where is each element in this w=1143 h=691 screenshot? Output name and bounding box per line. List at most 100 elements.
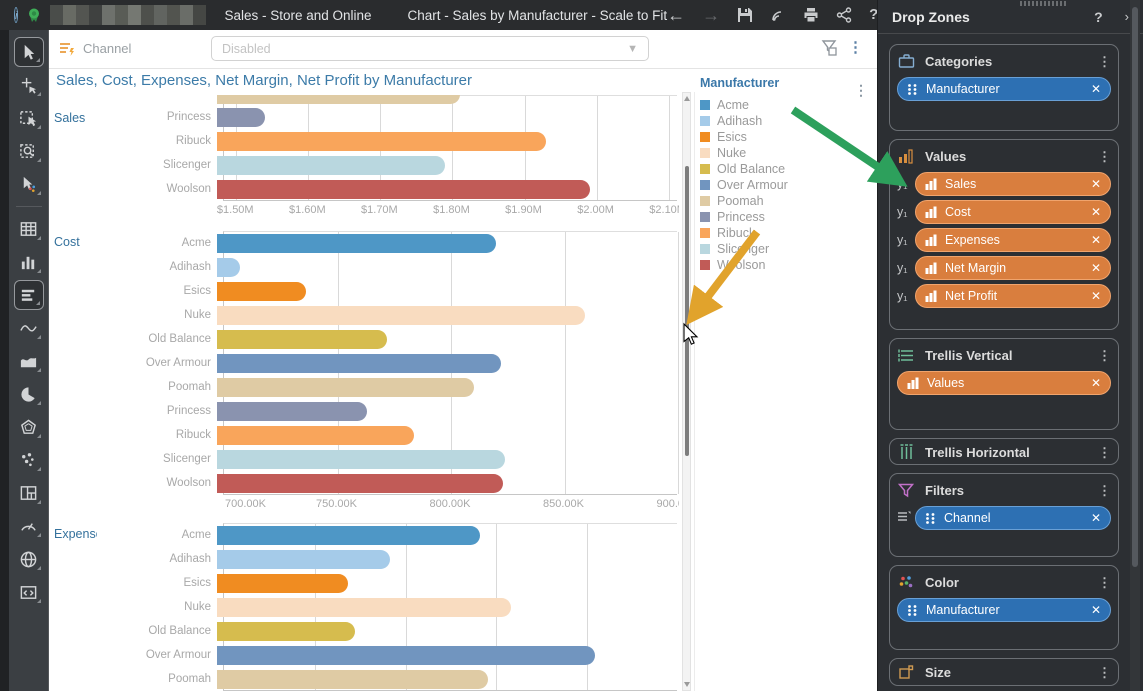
data-bar-esics[interactable] — [217, 574, 348, 593]
share-icon[interactable] — [836, 7, 852, 23]
forward-icon[interactable]: → — [702, 6, 720, 25]
scatter-chart-icon[interactable] — [14, 445, 44, 475]
data-bar-woolson[interactable] — [217, 474, 503, 493]
filter-dropdown-value: Disabled — [222, 42, 271, 56]
lasso-select-icon[interactable] — [14, 169, 44, 199]
save-icon[interactable] — [737, 7, 753, 23]
drop-zone-kebab-menu[interactable]: ⋮ — [1098, 150, 1111, 163]
field-pill-net-margin[interactable]: Net Margin✕ — [915, 256, 1111, 280]
custom-chart-icon[interactable] — [14, 577, 44, 607]
legend-item[interactable]: Poomah — [700, 193, 870, 209]
field-pill-channel[interactable]: Channel✕ — [915, 506, 1111, 530]
remove-field-icon[interactable]: ✕ — [1085, 177, 1101, 191]
scroll-down-icon[interactable] — [684, 682, 690, 687]
data-bar-over-armour[interactable] — [217, 646, 595, 665]
panel-scrollbar[interactable] — [1130, 0, 1140, 691]
select-cursor-icon[interactable] — [14, 37, 44, 67]
zoom-select-icon[interactable] — [14, 136, 44, 166]
chart-scrollbar[interactable] — [682, 92, 691, 691]
area-chart-icon[interactable] — [14, 346, 44, 376]
remove-field-icon[interactable]: ✕ — [1085, 376, 1101, 390]
legend-item[interactable]: Nuke — [700, 145, 870, 161]
panel-grip-handle[interactable] — [1020, 1, 1068, 6]
data-bar-nuke[interactable] — [217, 306, 585, 325]
drop-zone-kebab-menu[interactable]: ⋮ — [1098, 349, 1111, 362]
remove-field-icon[interactable]: ✕ — [1085, 289, 1101, 303]
field-pill-cost[interactable]: Cost✕ — [915, 200, 1111, 224]
legend-item[interactable]: Esics — [700, 129, 870, 145]
treemap-chart-icon[interactable] — [14, 478, 44, 508]
field-pill-values[interactable]: Values✕ — [897, 371, 1111, 395]
broadcast-icon[interactable] — [770, 7, 786, 23]
drop-zone-header: Filters⋮ — [897, 478, 1111, 502]
data-bar-ribuck[interactable] — [217, 132, 546, 151]
data-bar-adihash[interactable] — [217, 258, 240, 277]
data-bar-princess[interactable] — [217, 402, 367, 421]
data-bar-slicenger[interactable] — [217, 156, 445, 175]
data-bar-adihash[interactable] — [217, 550, 390, 569]
remove-field-icon[interactable]: ✕ — [1085, 205, 1101, 219]
legend-item[interactable]: Over Armour — [700, 177, 870, 193]
legend-kebab-menu[interactable]: ⋮ — [854, 82, 868, 99]
data-bar-old-balance[interactable] — [217, 330, 387, 349]
data-bar-old-balance[interactable] — [217, 622, 355, 641]
filter-kebab-menu[interactable]: ⋮ — [848, 38, 863, 56]
data-bar-esics[interactable] — [217, 282, 306, 301]
filter-settings-icon[interactable] — [821, 39, 841, 63]
field-pill-net-profit[interactable]: Net Profit✕ — [915, 284, 1111, 308]
filter-dropdown[interactable]: Disabled ▼ — [211, 36, 649, 61]
marquee-select-icon[interactable] — [14, 103, 44, 133]
field-pill-expenses[interactable]: Expenses✕ — [915, 228, 1111, 252]
legend-item[interactable]: Adihash — [700, 113, 870, 129]
remove-field-icon[interactable]: ✕ — [1085, 603, 1101, 617]
drop-zone-kebab-menu[interactable]: ⋮ — [1098, 446, 1111, 459]
move-crosshair-icon[interactable] — [14, 70, 44, 100]
table-chart-icon[interactable] — [14, 214, 44, 244]
drop-zone-kebab-menu[interactable]: ⋮ — [1098, 666, 1111, 679]
remove-field-icon[interactable]: ✕ — [1085, 233, 1101, 247]
remove-field-icon[interactable]: ✕ — [1085, 82, 1101, 96]
help-icon[interactable]: ? — [1094, 9, 1103, 25]
data-bar-ribuck[interactable] — [217, 426, 414, 445]
data-bar-slicenger[interactable] — [217, 450, 505, 469]
drop-zone-kebab-menu[interactable]: ⋮ — [1098, 55, 1111, 68]
data-bar-princess[interactable] — [217, 108, 265, 127]
remove-field-icon[interactable]: ✕ — [1085, 261, 1101, 275]
field-pill-manufacturer[interactable]: Manufacturer✕ — [897, 598, 1111, 622]
back-icon[interactable]: ← — [667, 6, 685, 25]
scroll-up-icon[interactable] — [684, 96, 690, 101]
data-bar-woolson[interactable] — [217, 180, 590, 199]
info-icon[interactable]: i — [14, 7, 18, 23]
gauge-chart-icon[interactable] — [14, 511, 44, 541]
collapse-panel-icon[interactable]: › — [1125, 9, 1129, 24]
drop-zone-kebab-menu[interactable]: ⋮ — [1098, 576, 1111, 589]
legend-item[interactable]: Slicenger — [700, 241, 870, 257]
data-bar-poomah[interactable] — [217, 670, 488, 689]
legend-item[interactable]: Acme — [700, 97, 870, 113]
data-bar-over-armour[interactable] — [217, 354, 501, 373]
field-pill-sales[interactable]: Sales✕ — [915, 172, 1111, 196]
data-bar-acme[interactable] — [217, 526, 480, 545]
print-icon[interactable] — [803, 7, 819, 23]
legend-item[interactable]: Woolson — [700, 257, 870, 273]
data-bar-acme[interactable] — [217, 234, 496, 253]
panel-scrollbar-thumb[interactable] — [1132, 7, 1138, 567]
column-chart-icon[interactable] — [14, 247, 44, 277]
data-bar-nuke[interactable] — [217, 598, 511, 617]
data-bar-poomah[interactable] — [217, 378, 474, 397]
bar-chart-icon[interactable] — [14, 280, 44, 310]
legend-item[interactable]: Old Balance — [700, 161, 870, 177]
drop-zone-pill-row: y₁Cost✕ — [897, 200, 1111, 224]
legend-item[interactable]: Ribuck — [700, 225, 870, 241]
map-chart-icon[interactable] — [14, 544, 44, 574]
legend-item[interactable]: Princess — [700, 209, 870, 225]
field-pill-manufacturer[interactable]: Manufacturer✕ — [897, 77, 1111, 101]
legend-swatch — [700, 164, 710, 174]
remove-field-icon[interactable]: ✕ — [1085, 511, 1101, 525]
drop-zone-kebab-menu[interactable]: ⋮ — [1098, 484, 1111, 497]
scrollbar-thumb[interactable] — [685, 166, 689, 456]
pie-chart-icon[interactable] — [14, 379, 44, 409]
line-chart-icon[interactable] — [14, 313, 44, 343]
radar-chart-icon[interactable] — [14, 412, 44, 442]
data-bar-poomah[interactable] — [217, 95, 460, 104]
